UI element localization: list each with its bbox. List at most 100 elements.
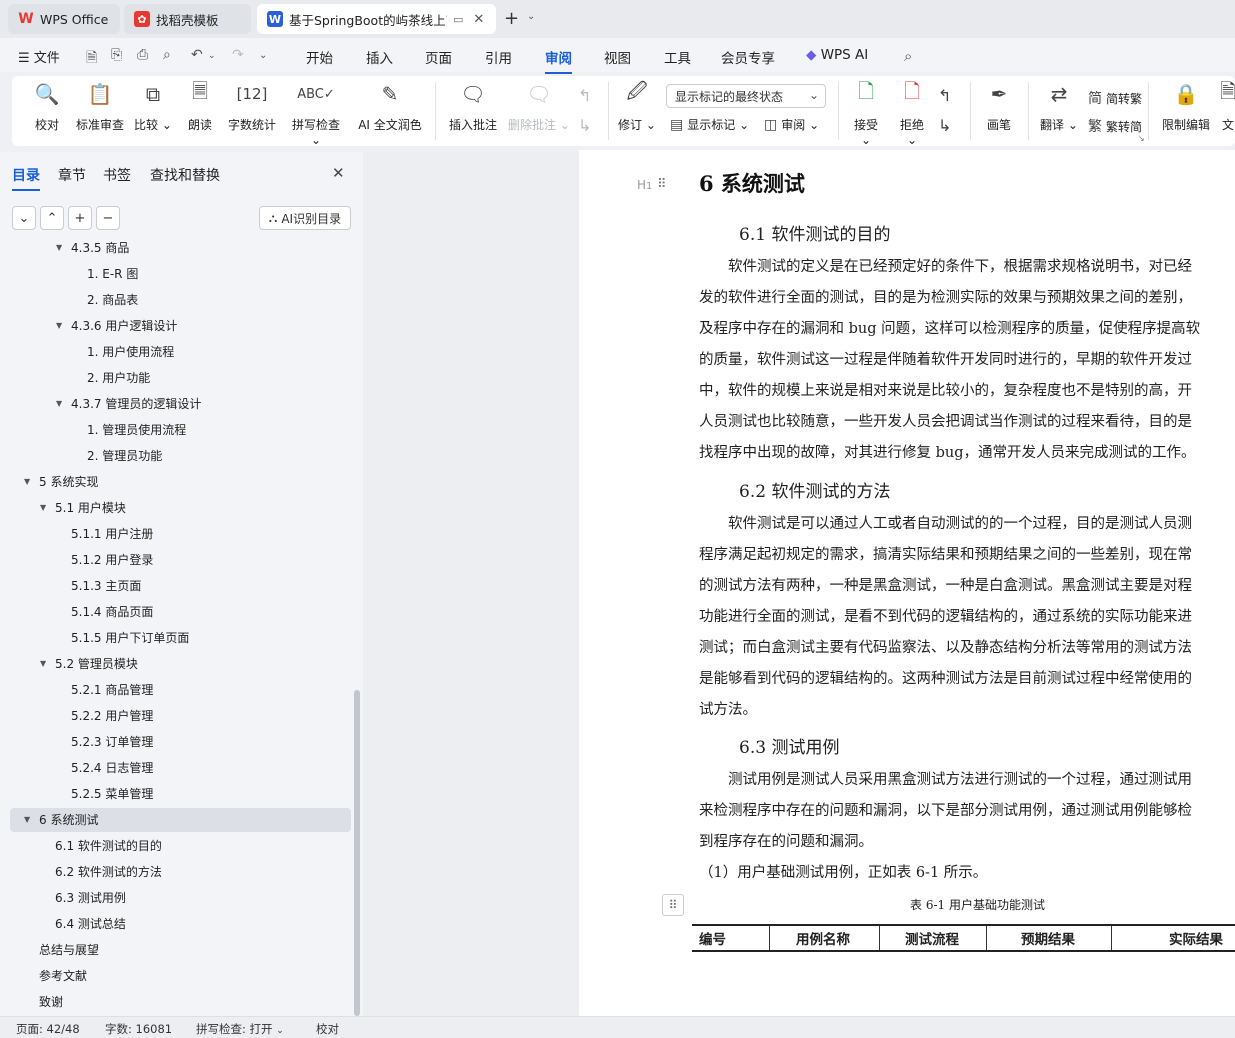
toc-item[interactable]: 5.2.4 日志管理	[10, 756, 351, 780]
standard-review-button[interactable]: 📋 标准审查	[74, 80, 126, 133]
toc-item[interactable]: 5.1.1 用户注册	[10, 522, 351, 546]
next-comment-icon[interactable]: ↳	[578, 116, 591, 135]
toc-item[interactable]: 5.1.5 用户下订单页面	[10, 626, 351, 650]
toc-item[interactable]: ▼ 6 系统测试	[10, 808, 351, 832]
toc-item[interactable]: 5.2.1 商品管理	[10, 678, 351, 702]
more-icon[interactable]: ⌄	[259, 50, 267, 61]
toc-item[interactable]: 5.1.4 商品页面	[10, 600, 351, 624]
toc-item[interactable]: ▼ 5 系统实现	[10, 470, 351, 494]
toc-item[interactable]: 1. 用户使用流程	[10, 340, 351, 364]
read-aloud-button[interactable]: 🗏 朗读	[186, 79, 214, 133]
collapse-caret-icon[interactable]: ▼	[40, 496, 46, 520]
tab-bookmarks[interactable]: 书签	[103, 165, 131, 185]
menu-file[interactable]: ☰ 文件	[18, 47, 60, 66]
compare-button[interactable]: ⧉ 比较 ⌄	[134, 80, 172, 133]
document-more-button[interactable]: 🗎 文	[1221, 80, 1235, 133]
toc-item[interactable]: 6.4 测试总结	[10, 912, 351, 936]
tab-find-replace[interactable]: 查找和替换	[150, 165, 220, 185]
collapse-caret-icon[interactable]: ▼	[24, 470, 30, 494]
toc-item[interactable]: 2. 用户功能	[10, 366, 351, 390]
tab-docer-templates[interactable]: ✿ 找稻壳模板	[124, 4, 251, 34]
tab-toc[interactable]: 目录	[12, 165, 40, 191]
toc-item[interactable]: 5.2.5 菜单管理	[10, 782, 351, 806]
word-count-indicator[interactable]: 字数: 16081	[105, 1021, 172, 1037]
toc-item[interactable]: 5.2.3 订单管理	[10, 730, 351, 754]
insert-comment-button[interactable]: 🗨 插入批注	[448, 80, 498, 133]
toc-item[interactable]: 致谢	[10, 990, 351, 1014]
save-icon[interactable]: 🗎	[86, 47, 97, 71]
pen-button[interactable]: ✒ 画笔	[984, 80, 1014, 133]
collapse-caret-icon[interactable]: ▼	[56, 236, 62, 260]
show-markup-button[interactable]: ▤ 显示标记 ⌄	[670, 116, 749, 133]
track-changes-button[interactable]: 🖉 修订 ⌄	[618, 79, 656, 133]
dialog-launcher-icon[interactable]: ↘	[1138, 134, 1145, 143]
print-preview-icon[interactable]: ⌕	[163, 47, 171, 63]
next-change-icon[interactable]: ↳	[938, 116, 951, 135]
simplified-to-traditional-button[interactable]: 简简转繁	[1088, 88, 1142, 108]
translate-button[interactable]: ⇄ 翻译 ⌄	[1040, 80, 1078, 133]
search-icon[interactable]: ⌕	[904, 47, 912, 65]
toc-item[interactable]: 5.2.2 用户管理	[10, 704, 351, 728]
toc-scrollbar[interactable]	[354, 690, 360, 1016]
undo-icon[interactable]: ↶	[191, 47, 203, 63]
close-tab-icon[interactable]: ✕	[473, 12, 484, 27]
previous-change-icon[interactable]: ↰	[938, 86, 951, 105]
toc-item[interactable]: 6.2 软件测试的方法	[10, 860, 351, 884]
menu-view[interactable]: 视图	[604, 47, 631, 67]
menu-membership[interactable]: 会员专享	[721, 47, 775, 67]
redo-icon[interactable]: ↷	[232, 47, 244, 63]
page-indicator[interactable]: 页面: 42/48	[16, 1021, 80, 1037]
delete-comment-button[interactable]: 🗨 删除批注 ⌄	[508, 80, 570, 133]
menu-references[interactable]: 引用	[485, 47, 512, 67]
menu-home[interactable]: 开始	[306, 47, 333, 67]
new-tab-icon[interactable]: +	[504, 8, 519, 29]
markup-display-select[interactable]: 显示标记的最终状态 ⌄	[666, 84, 826, 108]
undo-dropdown-icon[interactable]: ⌄	[208, 51, 216, 61]
menu-page[interactable]: 页面	[425, 47, 452, 67]
toc-item[interactable]: 1. E-R 图	[10, 262, 351, 286]
ai-recognize-toc-button[interactable]: ⛬ AI识别目录	[259, 206, 351, 230]
chevron-down-icon[interactable]: ⌄	[527, 11, 535, 22]
toc-item[interactable]: 总结与展望	[10, 938, 351, 962]
table-handle-icon[interactable]: ⠿	[662, 894, 684, 916]
ai-polish-button[interactable]: ✎ AI 全文润色	[356, 80, 424, 133]
toc-item[interactable]: ▼ 5.2 管理员模块	[10, 652, 351, 676]
tab-wps-office[interactable]: W WPS Office	[8, 4, 120, 34]
heading-marker-icon[interactable]: H1	[637, 178, 652, 192]
drag-handle-icon[interactable]: ⠿	[657, 177, 667, 192]
document-page[interactable]: H1 ⠿ 6 系统测试 6.1 软件测试的目的 软件测试的定义是在已经预定好的条…	[579, 150, 1235, 1016]
export-icon[interactable]: ⎘	[111, 47, 122, 63]
collapse-caret-icon[interactable]: ▼	[56, 392, 62, 416]
menu-tools[interactable]: 工具	[664, 47, 691, 67]
toc-item[interactable]: 2. 管理员功能	[10, 444, 351, 468]
collapse-caret-icon[interactable]: ▼	[56, 314, 62, 338]
close-pane-icon[interactable]: ✕	[332, 164, 345, 182]
toc-item[interactable]: 1. 管理员使用流程	[10, 418, 351, 442]
menu-insert[interactable]: 插入	[366, 47, 393, 67]
add-heading-button[interactable]: +	[68, 206, 92, 230]
toc-item[interactable]: 5.1.2 用户登录	[10, 548, 351, 572]
word-count-button[interactable]: [12] 字数统计	[226, 80, 278, 133]
toc-item[interactable]: 5.1.3 主页面	[10, 574, 351, 598]
proofread-status[interactable]: 校对	[316, 1021, 339, 1037]
proofread-button[interactable]: 🔍 校对	[32, 80, 62, 133]
test-case-table[interactable]: 编号 用例名称 测试流程 预期结果 实际结果	[692, 924, 1235, 952]
collapse-caret-icon[interactable]: ▼	[40, 652, 46, 676]
review-pane-button[interactable]: ◫ 审阅 ⌄	[764, 116, 819, 133]
toc-item[interactable]: ▼ 4.3.5 商品	[10, 236, 351, 260]
remove-heading-button[interactable]: −	[96, 206, 120, 230]
tab-document[interactable]: W 基于SpringBoot的屿茶线上商 ▭ ✕	[257, 4, 496, 34]
toc-item[interactable]: 2. 商品表	[10, 288, 351, 312]
restrict-editing-button[interactable]: 🔒 限制编辑	[1160, 80, 1212, 133]
print-icon[interactable]: ⎙	[137, 47, 148, 63]
toc-item[interactable]: ▼ 4.3.6 用户逻辑设计	[10, 314, 351, 338]
tab-chapters[interactable]: 章节	[58, 165, 86, 185]
accept-button[interactable]: 🗋 接受 ⌄	[848, 79, 884, 147]
toc-item[interactable]: 6.1 软件测试的目的	[10, 834, 351, 858]
collapse-caret-icon[interactable]: ▼	[24, 808, 30, 832]
reject-button[interactable]: 🗋 拒绝 ⌄	[894, 79, 930, 147]
collapse-all-button[interactable]: ⌃	[40, 206, 64, 230]
toc-item[interactable]: ▼ 5.1 用户模块	[10, 496, 351, 520]
previous-comment-icon[interactable]: ↰	[578, 86, 591, 105]
spell-check-status[interactable]: 拼写检查: 打开 ⌄	[196, 1021, 284, 1037]
